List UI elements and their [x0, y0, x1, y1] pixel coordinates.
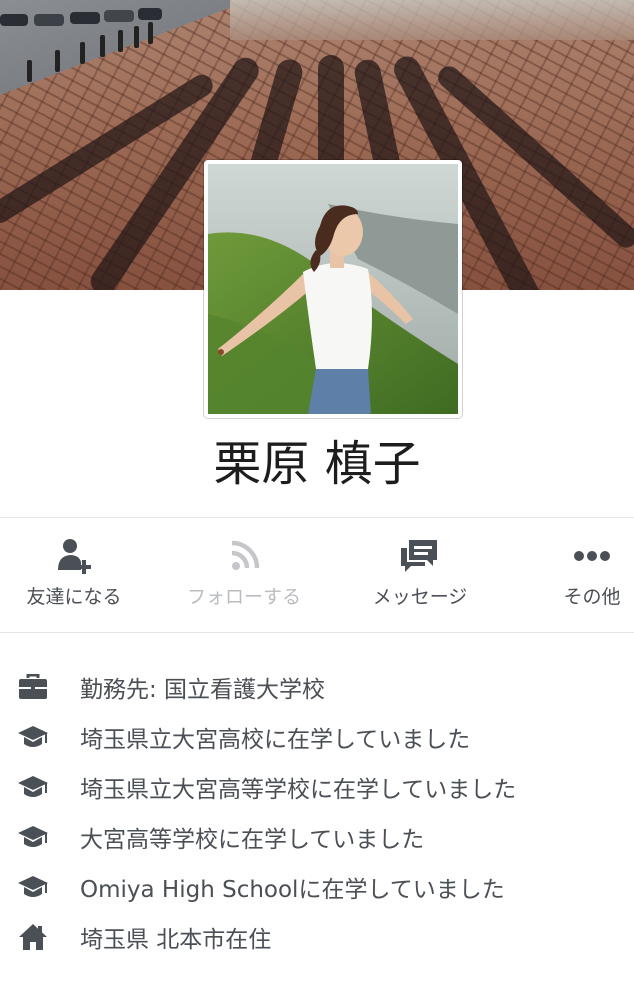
intro-item-education[interactable]: 埼玉県立大宮高等学校に在学していました	[0, 767, 634, 807]
intro-text: 大宮高等学校に在学していました	[80, 827, 425, 853]
cover-car	[34, 14, 64, 26]
add-friend-label: 友達になる	[26, 586, 122, 608]
message-button[interactable]: メッセージ	[346, 536, 494, 622]
cover-bollard	[148, 22, 153, 44]
cover-car	[138, 8, 162, 20]
intro-item-residence[interactable]: 埼玉県 北本市在住	[0, 917, 634, 957]
follow-rss-icon	[231, 540, 260, 570]
follow-button[interactable]: フォローする	[170, 536, 318, 622]
cover-plaza	[230, 0, 634, 40]
intro-item-education[interactable]: 大宮高等学校に在学していました	[0, 817, 634, 857]
intro-item-work[interactable]: 勤務先: 国立看護大学校	[0, 667, 634, 707]
profile-name: 栗原 槙子	[213, 436, 421, 492]
follow-label: フォローする	[186, 586, 301, 608]
intro-item-education[interactable]: Omiya High Schoolに在学していました	[0, 867, 634, 907]
intro-text: 勤務先: 国立看護大学校	[80, 677, 326, 703]
cover-car	[70, 12, 100, 24]
graduation-cap-icon	[17, 771, 49, 803]
cover-bollard	[134, 26, 139, 48]
add-friend-icon	[58, 539, 91, 574]
briefcase-icon	[17, 671, 49, 703]
graduation-cap-icon	[17, 721, 49, 753]
home-icon	[17, 921, 49, 953]
cover-car	[104, 10, 134, 22]
intro-text: Omiya High Schoolに在学していました	[80, 877, 505, 903]
divider	[0, 632, 634, 633]
profile-picture[interactable]	[204, 160, 462, 418]
intro-item-education[interactable]: 埼玉県立大宮高校に在学していました	[0, 717, 634, 757]
divider	[0, 517, 634, 518]
cover-bollard	[27, 60, 32, 82]
intro-text: 埼玉県 北本市在住	[80, 927, 272, 953]
cover-car	[0, 14, 28, 26]
add-friend-button[interactable]: 友達になる	[0, 536, 148, 622]
cover-bollard	[118, 30, 123, 52]
more-button[interactable]: その他	[540, 536, 634, 622]
message-icon	[401, 540, 437, 572]
more-label: その他	[563, 586, 621, 608]
intro-text: 埼玉県立大宮高校に在学していました	[80, 727, 471, 753]
graduation-cap-icon	[17, 871, 49, 903]
intro-text: 埼玉県立大宮高等学校に在学していました	[80, 777, 517, 803]
cover-bollard	[55, 50, 60, 72]
cover-bollard	[80, 42, 85, 64]
cover-bollard	[100, 35, 105, 57]
more-icon	[574, 551, 610, 561]
message-label: メッセージ	[372, 586, 468, 608]
graduation-cap-icon	[17, 821, 49, 853]
profile-photo-image	[208, 164, 458, 414]
